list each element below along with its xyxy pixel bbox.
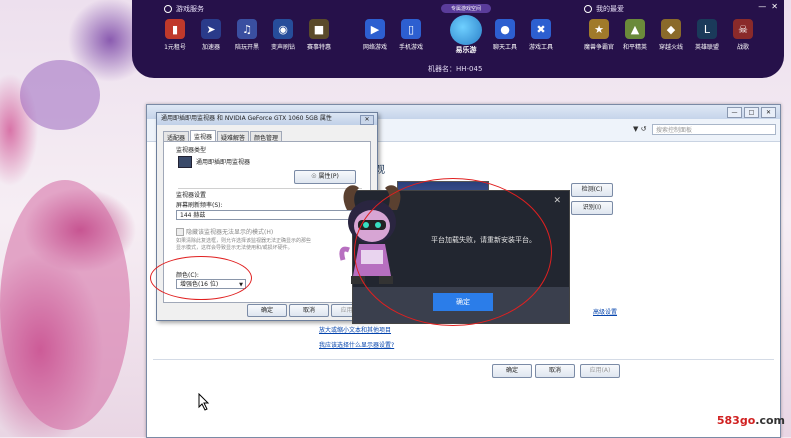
dialog-ok-button[interactable]: 确定 (247, 304, 287, 317)
warcraft-icon: ★ (589, 19, 609, 39)
dialog-cancel-button[interactable]: 取消 (289, 304, 329, 317)
launcher-item-mobile[interactable]: ▯ 手机游戏 (394, 19, 428, 51)
launcher-item-netgame[interactable]: ▶ 网络游戏 (358, 19, 392, 51)
close-button[interactable]: ✕ (761, 107, 776, 118)
fav-item-warcraft[interactable]: ★ 魔兽争霸官 (582, 19, 616, 51)
hide-modes-desc-2: 显示模式，这样会导致显示无法使用和/或损坏硬件。 (176, 245, 293, 251)
launcher-item-rent[interactable]: ▮ 1元租号 (158, 19, 192, 51)
hide-modes-checkbox[interactable] (176, 228, 184, 236)
site-watermark: 583go.com (716, 414, 785, 427)
logo-name: 易乐游 (455, 46, 477, 54)
text-size-link[interactable]: 放大或缩小文本和其他项目 (319, 325, 391, 334)
launcher-item-tools[interactable]: ✖ 游戏工具 (524, 19, 558, 51)
annotation-circle-color (150, 256, 252, 300)
search-input[interactable]: 搜索控制面板 (652, 124, 776, 135)
launcher-item-event[interactable]: ■ 赛事特惠 (302, 19, 336, 51)
chat-icon: ● (495, 19, 515, 39)
ok-button[interactable]: 确定 (492, 364, 532, 378)
cf-icon: ◆ (661, 19, 681, 39)
wallpaper-blob (20, 60, 100, 130)
launcher-item-play[interactable]: ♫ 陪玩开黑 (230, 19, 264, 51)
monitor-settings-label: 监视器设置 (176, 192, 207, 199)
logo-mascot-icon (450, 15, 482, 45)
divider (178, 188, 362, 189)
fav-item-peace[interactable]: ▲ 和平精英 (618, 19, 652, 51)
pubg-icon: ■ (309, 19, 329, 39)
monitor-name: 通用即插即用监视器 (196, 159, 251, 166)
service-items: ▮ 1元租号 ➤ 加速器 ♫ 陪玩开黑 ◉ 变声刷钻 ■ 赛事特惠 (158, 19, 338, 51)
section-title-services: 游戏服务 (164, 4, 204, 14)
monitor-icon (178, 156, 192, 168)
monitor-type-label: 监视器类型 (176, 147, 207, 154)
minimize-button[interactable]: — (727, 107, 742, 118)
advanced-settings-link[interactable]: 高级设置 (593, 307, 617, 316)
fav-item-cf[interactable]: ◆ 穿越火线 (654, 19, 688, 51)
headset-icon: ♫ (237, 19, 257, 39)
minimize-icon[interactable]: — (758, 2, 766, 11)
hide-modes-desc-1: 如果清除此复选框，则允许选择该监视器无法正确显示的那些 (176, 238, 312, 244)
mid-items: ▶ 网络游戏 ▯ 手机游戏 (358, 19, 430, 51)
close-icon[interactable]: ✕ (553, 196, 561, 206)
dialog-title: 通用即插即用监视器 和 NVIDIA GeForce GTX 1060 5GB … (157, 113, 377, 125)
wallpaper-figure (0, 180, 130, 430)
voice-icon: ◉ (273, 19, 293, 39)
battle-icon: ☠ (733, 19, 753, 39)
launcher-item-accelerator[interactable]: ➤ 加速器 (194, 19, 228, 51)
cancel-button[interactable]: 取消 (535, 364, 575, 378)
launcher-logo[interactable]: 专属游戏空间 易乐游 (441, 4, 491, 55)
divider (153, 359, 774, 360)
refresh-rate-label: 屏幕刷新频率(S): (176, 202, 223, 209)
tools-icon: ✖ (531, 19, 551, 39)
hide-modes-label: 隐藏该监视器无法显示的模式(H) (186, 229, 274, 236)
detect-button[interactable]: 检测(C) (571, 183, 613, 197)
lol-icon: L (697, 19, 717, 39)
phone-icon: ▯ (401, 19, 421, 39)
maximize-button[interactable]: □ (744, 107, 759, 118)
mouse-cursor-icon (198, 393, 210, 411)
fav-item-lol[interactable]: L 英雄联盟 (690, 19, 724, 51)
fav-item-battle[interactable]: ☠ 战歌 (726, 19, 760, 51)
close-icon[interactable]: ✕ (771, 2, 778, 11)
rocket-icon: ➤ (201, 19, 221, 39)
gamepad-icon: ▶ (365, 19, 385, 39)
launcher-item-chat[interactable]: ● 聊天工具 (488, 19, 522, 51)
launcher-window-controls: — ✕ (758, 2, 778, 11)
game-launcher-bar: 游戏服务 我的最爱 — ✕ ▮ 1元租号 ➤ 加速器 ♫ 陪玩开黑 ◉ 变声刷钻 ■ 赛事… (132, 0, 784, 78)
close-icon[interactable]: ✕ (360, 115, 374, 125)
refresh-rate-select[interactable]: 144 赫兹▼ (176, 210, 358, 220)
section-title-favorites: 我的最爱 (584, 4, 624, 14)
peace-icon: ▲ (625, 19, 645, 39)
annotation-circle-popup (354, 178, 552, 326)
launcher-item-voice[interactable]: ◉ 变声刷钻 (266, 19, 300, 51)
apply-button[interactable]: 应用(A) (580, 364, 620, 378)
rent-icon: ▮ (165, 19, 185, 39)
favorite-items: ★ 魔兽争霸官 ▲ 和平精英 ◆ 穿越火线 L 英雄联盟 ☠ 战歌 (582, 19, 762, 51)
identify-button[interactable]: 识别(I) (571, 201, 613, 215)
display-help-link[interactable]: 我应该选择什么显示器设置? (319, 340, 394, 349)
machine-name: 机器名：HH-045 (428, 65, 483, 73)
logo-badge: 专属游戏空间 (441, 4, 491, 13)
tool-items: ● 聊天工具 ✖ 游戏工具 (488, 19, 560, 51)
window-controls: — □ ✕ (727, 107, 776, 118)
dropdown-arrow-icon[interactable]: ▼ ↺ (633, 125, 646, 133)
